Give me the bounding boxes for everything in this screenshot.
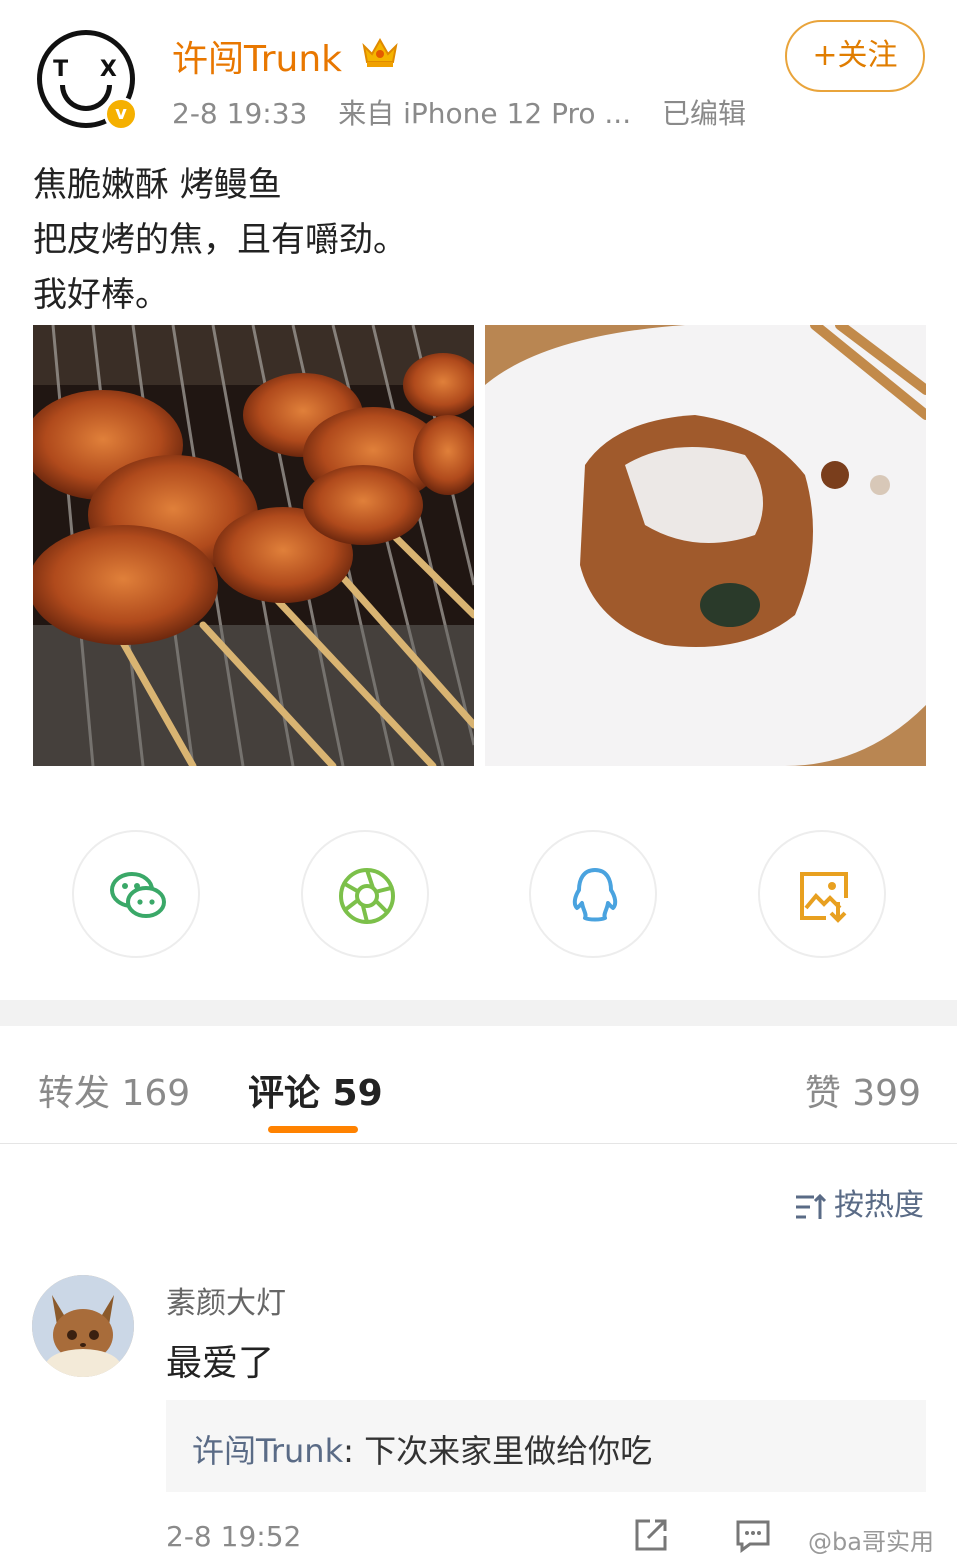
- comment-time: 2-8 19:52: [166, 1520, 302, 1553]
- reply-comment-icon[interactable]: [734, 1516, 772, 1554]
- follow-button[interactable]: +关注: [785, 20, 925, 92]
- tab-repost[interactable]: 转发 169: [38, 1064, 190, 1116]
- post-text: 焦脆嫩酥 烤鳗鱼 把皮烤的焦，且有嚼劲。 我好棒。: [33, 158, 407, 323]
- comment-text: 最爱了: [166, 1343, 275, 1384]
- qq-icon: [572, 868, 618, 922]
- post-text-line: 我好棒。: [33, 275, 169, 315]
- tab-likes[interactable]: 赞 399: [805, 1064, 921, 1116]
- sort-by-hot-button[interactable]: 按热度: [794, 1180, 924, 1224]
- repost-comment-icon[interactable]: [632, 1516, 670, 1554]
- post-source[interactable]: 来自 iPhone 12 Pro ...: [338, 97, 631, 130]
- commenter-name[interactable]: 素颜大灯: [166, 1278, 286, 1322]
- moments-icon: [339, 868, 395, 924]
- post-text-line: 焦脆嫩酥 烤鳗鱼: [33, 165, 282, 205]
- wechat-icon: [110, 872, 166, 918]
- commenter-avatar[interactable]: [32, 1275, 134, 1377]
- weibo-watermark: @ba哥实用: [808, 1528, 934, 1556]
- active-tab-indicator: [268, 1126, 358, 1133]
- plate-illustration: [485, 325, 926, 766]
- author-reply[interactable]: 许闯Trunk: 下次来家里做给你吃: [166, 1400, 926, 1492]
- post-text-line: 把皮烤的焦，且有嚼劲。: [33, 220, 407, 260]
- grilled-eel-on-plate-photo[interactable]: [485, 325, 926, 766]
- skewers-illustration: [33, 325, 474, 766]
- reply-author[interactable]: 许闯Trunk: [192, 1432, 343, 1470]
- share-moments-button[interactable]: [301, 830, 429, 958]
- save-image-icon: [800, 872, 848, 923]
- author-name[interactable]: 许闯Trunk: [172, 30, 342, 82]
- post-header: T X v 许闯Trunk 2-8 19:33 来自 iPhone 12 Pro…: [0, 0, 957, 140]
- sort-label: 按热度: [834, 1188, 924, 1223]
- grilled-eel-skewers-photo[interactable]: [33, 325, 474, 766]
- post-meta: 2-8 19:33 来自 iPhone 12 Pro ... 已编辑: [172, 92, 768, 132]
- verified-badge-icon: v: [104, 97, 138, 131]
- reply-separator: :: [343, 1432, 365, 1470]
- share-qq-button[interactable]: [529, 830, 657, 958]
- reply-text-line: 许闯Trunk: 下次来家里做给你吃: [192, 1426, 652, 1472]
- edited-label[interactable]: 已编辑: [662, 97, 746, 130]
- post-time: 2-8 19:33: [172, 97, 308, 130]
- interaction-tabs: 转发 169 评论 59 赞 399: [0, 1026, 957, 1144]
- sort-icon: [796, 1193, 827, 1219]
- share-wechat-button[interactable]: [72, 830, 200, 958]
- share-row: [0, 830, 957, 958]
- save-image-button[interactable]: [758, 830, 886, 958]
- reply-content: 下次来家里做给你吃: [364, 1432, 653, 1470]
- tab-comments[interactable]: 评论 59: [248, 1064, 383, 1116]
- eevee-avatar-illustration: [32, 1275, 134, 1377]
- section-divider: [0, 1000, 957, 1026]
- avatar-logo-text: T X: [53, 57, 129, 82]
- crown-icon: [362, 37, 398, 67]
